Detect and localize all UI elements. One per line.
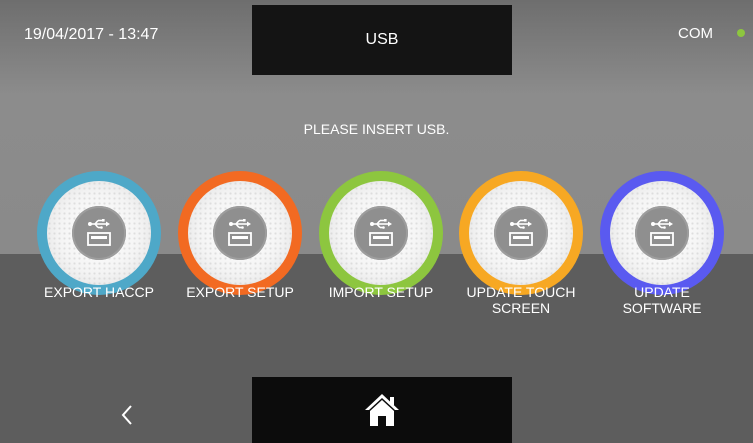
tile-label-line1: UPDATE TOUCH [466, 284, 576, 300]
tile-label-line2: SCREEN [491, 300, 551, 316]
usb-drive-icon-bg [635, 206, 689, 260]
ring-dotted-disc [469, 181, 573, 285]
home-button[interactable] [252, 377, 512, 443]
tile-label-line1: EXPORT HACCP [44, 284, 154, 300]
com-status-label: COM [678, 25, 713, 42]
ring-dotted-disc [188, 181, 292, 285]
import-setup-button[interactable]: IMPORT SETUP [316, 172, 446, 300]
usb-drive-icon [369, 219, 393, 246]
tile-label-line1: UPDATE [634, 284, 690, 300]
page-title: USB [365, 31, 399, 48]
ring-dotted-disc [610, 181, 714, 285]
datetime: 19/04/2017 - 13:47 [24, 26, 159, 43]
import-setup-label: IMPORT SETUP [316, 284, 446, 300]
usb-drive-icon [650, 219, 674, 246]
export-setup-button[interactable]: EXPORT SETUP [175, 172, 305, 300]
tile-label-line1: EXPORT SETUP [186, 284, 294, 300]
update-software-button[interactable]: UPDATE SOFTWARE [597, 172, 727, 316]
tile-label-line1: IMPORT SETUP [328, 284, 434, 300]
com-status-indicator-icon [737, 29, 745, 37]
update-touch-screen-ring[interactable] [460, 172, 582, 294]
ring-dotted-disc [329, 181, 433, 285]
update-software-label: UPDATE SOFTWARE [597, 284, 727, 316]
update-touch-screen-label: UPDATE TOUCH SCREEN [456, 284, 586, 316]
ring-dotted-disc [47, 181, 151, 285]
usb-drive-icon-bg [72, 206, 126, 260]
back-button[interactable] [110, 395, 144, 435]
page-title-box: USB [252, 5, 512, 75]
chevron-left-icon [121, 405, 132, 425]
usb-drive-icon [87, 219, 111, 246]
usb-drive-icon [228, 219, 252, 246]
insert-usb-message: PLEASE INSERT USB. [303, 121, 450, 137]
export-haccp-label: EXPORT HACCP [34, 284, 164, 300]
export-haccp-ring[interactable] [38, 172, 160, 294]
export-setup-ring[interactable] [179, 172, 301, 294]
import-setup-ring[interactable] [320, 172, 442, 294]
home-icon [365, 394, 399, 426]
usb-drive-icon-bg [494, 206, 548, 260]
export-haccp-button[interactable]: EXPORT HACCP [34, 172, 164, 300]
usb-drive-icon-bg [213, 206, 267, 260]
update-software-ring[interactable] [601, 172, 723, 294]
tile-label-line2: SOFTWARE [622, 300, 702, 316]
update-touch-screen-button[interactable]: UPDATE TOUCH SCREEN [456, 172, 586, 316]
export-setup-label: EXPORT SETUP [175, 284, 305, 300]
usb-drive-icon-bg [354, 206, 408, 260]
usb-drive-icon [509, 219, 533, 246]
